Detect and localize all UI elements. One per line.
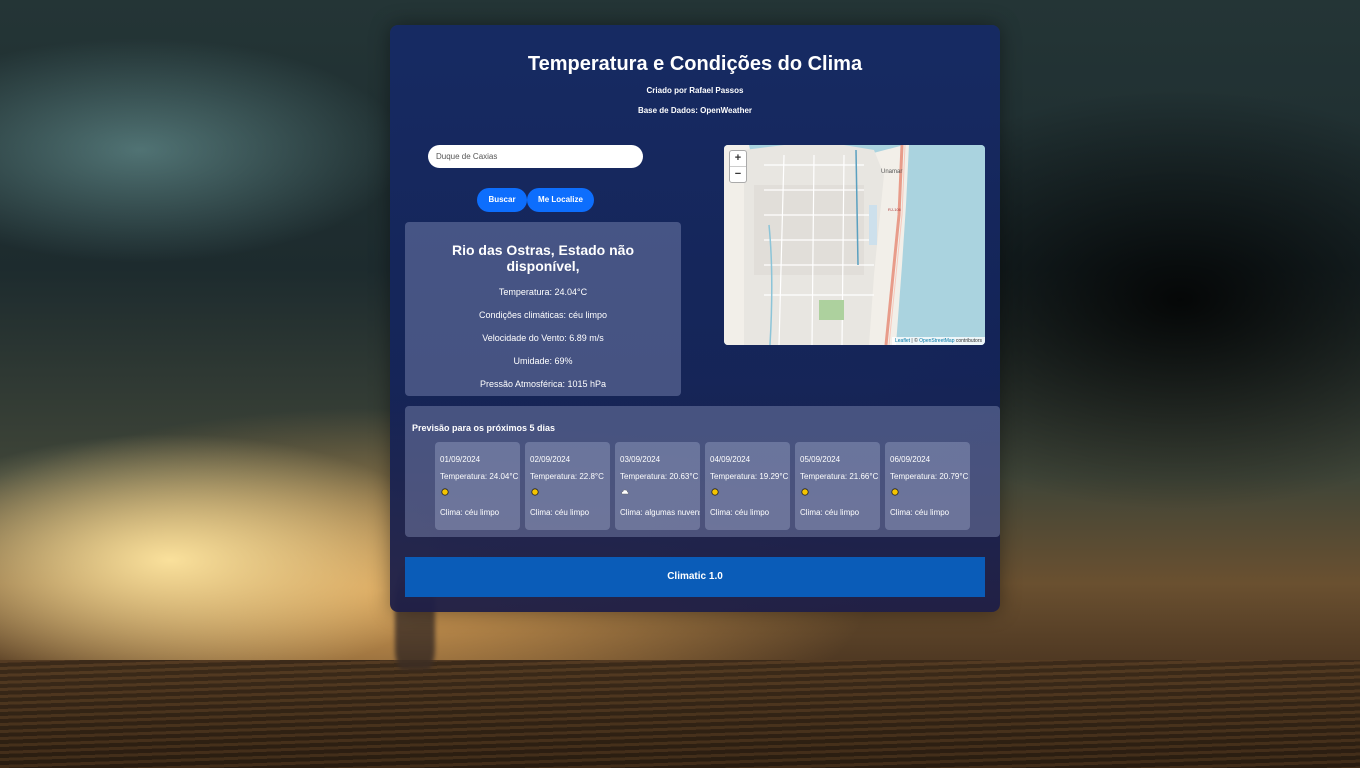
forecast-day-card: 05/09/2024 Temperatura: 21.66°C Clima: c… <box>795 442 880 530</box>
current-temperature: Temperatura: 24.04°C <box>498 287 588 297</box>
forecast-date: 03/09/2024 <box>620 455 661 464</box>
zoom-in-button[interactable]: + <box>730 151 746 167</box>
forecast-temperature: Temperatura: 20.63°C <box>620 472 699 481</box>
cloud-icon <box>621 489 629 495</box>
search-button[interactable]: Buscar <box>477 188 527 212</box>
city-name: Rio das Ostras, Estado não disponível, <box>451 242 635 274</box>
current-humidity: Umidade: 69% <box>513 356 573 366</box>
osm-link[interactable]: OpenStreetMap <box>919 338 954 344</box>
locate-me-button[interactable]: Me Localize <box>527 188 594 212</box>
forecast-temperature: Temperatura: 22.8°C <box>530 472 604 481</box>
forecast-condition: Clima: céu limpo <box>890 508 950 517</box>
forecast-day-card: 03/09/2024 Temperatura: 20.63°C Clima: a… <box>615 442 700 530</box>
forecast-condition: Clima: céu limpo <box>530 508 590 517</box>
location-map[interactable]: Unamar RJ-106 + − Leaflet | © OpenStreet… <box>724 145 985 345</box>
current-pressure: Pressão Atmosférica: 1015 hPa <box>479 379 607 389</box>
leaflet-link[interactable]: Leaflet <box>895 338 910 344</box>
map-tiles: Unamar RJ-106 <box>724 145 985 345</box>
sun-icon <box>801 488 809 496</box>
current-conditions: Condições climáticas: céu limpo <box>478 310 608 320</box>
forecast-day-card: 06/09/2024 Temperatura: 20.79°C Clima: c… <box>885 442 970 530</box>
forecast-date: 06/09/2024 <box>890 455 931 464</box>
main-panel: Temperatura e Condições do Clima Criado … <box>390 25 1000 612</box>
map-attribution: Leaflet | © OpenStreetMap contributors <box>892 337 985 345</box>
forecast-day-card: 04/09/2024 Temperatura: 19.29°C Clima: c… <box>705 442 790 530</box>
map-place-label: Unamar <box>881 169 902 175</box>
city-search-input[interactable] <box>428 145 643 168</box>
zoom-out-button[interactable]: − <box>730 167 746 182</box>
forecast-condition: Clima: algumas nuvens <box>620 508 700 517</box>
forecast-date: 01/09/2024 <box>440 455 481 464</box>
forecast-date: 02/09/2024 <box>530 455 571 464</box>
attribution-contributors: contributors <box>954 338 982 344</box>
forecast-date: 04/09/2024 <box>710 455 751 464</box>
forecast-condition: Clima: céu limpo <box>440 508 500 517</box>
app-footer: Climatic 1.0 <box>405 557 985 597</box>
sun-icon <box>891 488 899 496</box>
forecast-temperature: Temperatura: 24.04°C <box>440 472 519 481</box>
sun-icon <box>441 488 449 496</box>
forecast-day-card: 02/09/2024 Temperatura: 22.8°C Clima: cé… <box>525 442 610 530</box>
forecast-day-card: 01/09/2024 Temperatura: 24.04°C Clima: c… <box>435 442 520 530</box>
sun-icon <box>531 488 539 496</box>
forecast-temperature: Temperatura: 20.79°C <box>890 472 969 481</box>
forecast-temperature: Temperatura: 21.66°C <box>800 472 879 481</box>
data-source: Base de Dados: OpenWeather <box>637 106 753 115</box>
forecast-temperature: Temperatura: 19.29°C <box>710 472 789 481</box>
current-weather-card: Rio das Ostras, Estado não disponível, T… <box>405 222 681 396</box>
forecast-date: 05/09/2024 <box>800 455 841 464</box>
forecast-condition: Clima: céu limpo <box>800 508 860 517</box>
map-zoom-control: + − <box>729 150 747 183</box>
page-title: Temperatura e Condições do Clima <box>527 53 863 75</box>
background-ground <box>0 660 1360 768</box>
forecast-condition: Clima: céu limpo <box>710 508 770 517</box>
attribution-separator: | © <box>910 338 920 344</box>
author-credit: Criado por Rafael Passos <box>646 86 744 95</box>
forecast-section: Previsão para os próximos 5 dias 01/09/2… <box>405 406 1000 537</box>
sun-icon <box>711 488 719 496</box>
forecast-title: Previsão para os próximos 5 dias <box>412 423 556 433</box>
map-road-label: RJ-106 <box>888 207 902 212</box>
current-wind: Velocidade do Vento: 6.89 m/s <box>482 333 604 343</box>
